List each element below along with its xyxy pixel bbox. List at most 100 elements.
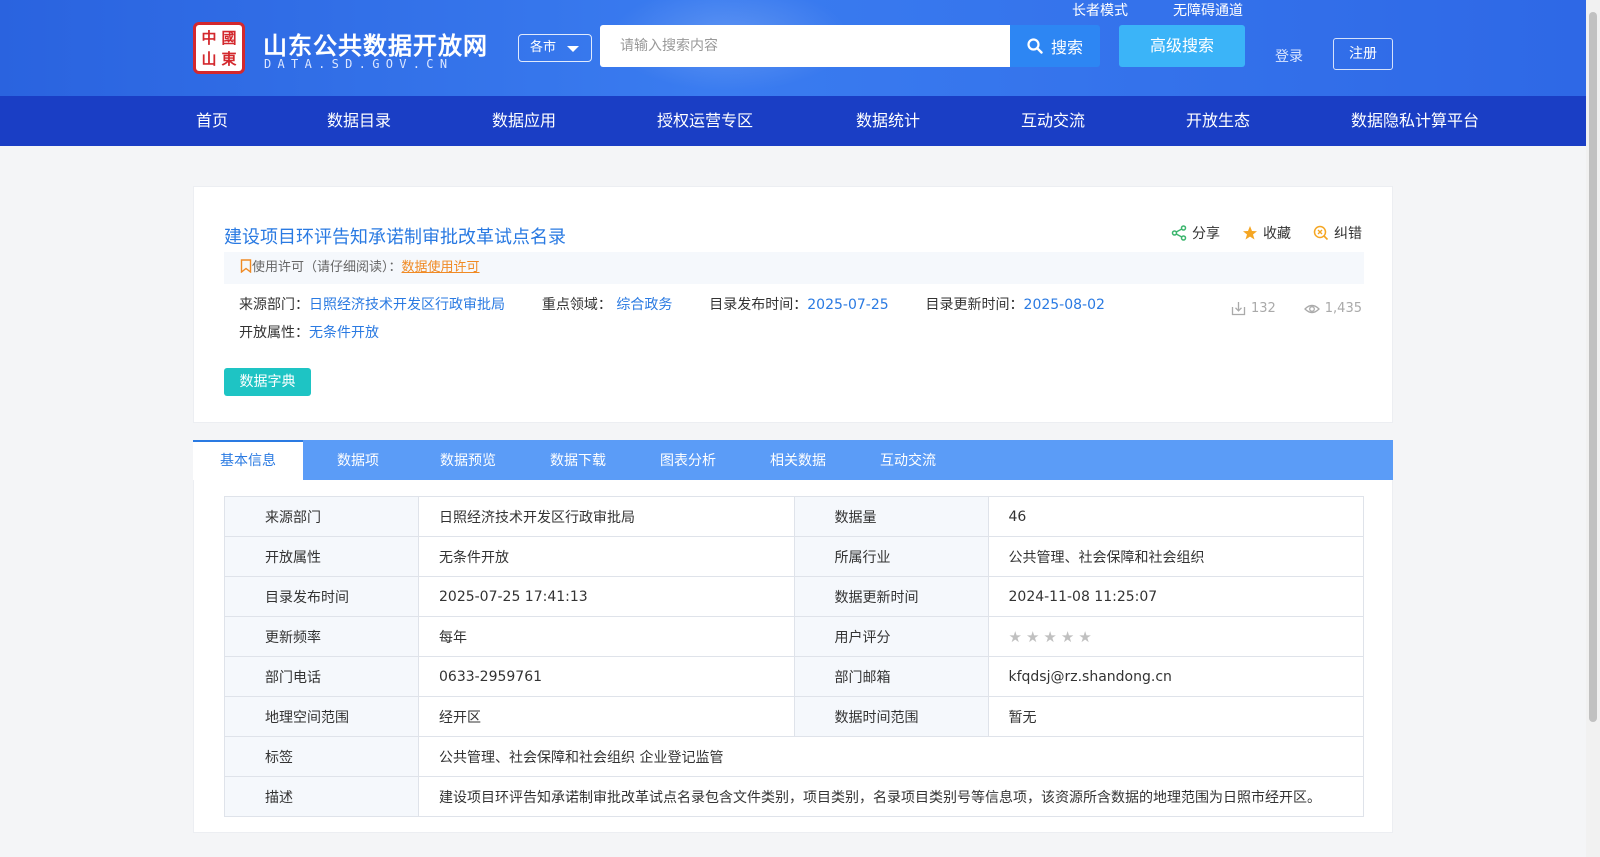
license-label: 使用许可（请仔细阅读）： bbox=[252, 260, 402, 275]
page-scrollbar[interactable] bbox=[1586, 0, 1600, 857]
meta-row-1: 来源部门：日照经济技术开发区行政审批局 重点领域： 综合政务 目录发布时间：20… bbox=[239, 294, 1105, 314]
star-icon[interactable]: ★ bbox=[1026, 628, 1039, 646]
tab-chart-analysis[interactable]: 图表分析 bbox=[633, 440, 743, 480]
share-icon bbox=[1171, 225, 1187, 241]
table-row: 更新频率 每年 用户评分 ★ ★ ★ ★ ★ bbox=[224, 616, 1364, 657]
nav-item-privacy-computing[interactable]: 数据隐私计算平台 bbox=[1351, 96, 1479, 146]
tab-basic-info[interactable]: 基本信息 bbox=[193, 440, 303, 480]
share-button[interactable]: 分享 bbox=[1171, 223, 1220, 243]
star-icon bbox=[1243, 226, 1257, 240]
search-input[interactable] bbox=[600, 25, 1010, 67]
elder-mode-link[interactable]: 长者模式 bbox=[1072, 0, 1128, 20]
tab-interaction[interactable]: 互动交流 bbox=[853, 440, 963, 480]
update-label: 目录更新时间： bbox=[925, 297, 1024, 313]
seal-char: 山 bbox=[201, 49, 217, 68]
register-button[interactable]: 注册 bbox=[1333, 38, 1393, 70]
info-label: 目录发布时间 bbox=[224, 576, 419, 617]
basic-info-panel: 来源部门 日照经济技术开发区行政审批局 数据量 46 开放属性 无条件开放 所属行业 公共管理… bbox=[193, 480, 1393, 833]
table-row: 标签 公共管理、社会保障和社会组织 企业登记监管 bbox=[224, 736, 1364, 777]
eye-icon bbox=[1303, 304, 1320, 314]
download-count-value: 132 bbox=[1250, 301, 1276, 316]
table-row: 地理空间范围 经开区 数据时间范围 暂无 bbox=[224, 696, 1364, 737]
info-value: 2025-07-25 17:41:13 bbox=[418, 576, 795, 617]
nav-item-interaction[interactable]: 互动交流 bbox=[1021, 96, 1085, 146]
source-value[interactable]: 日照经济技术开发区行政审批局 bbox=[309, 297, 505, 313]
tab-data-items[interactable]: 数据项 bbox=[303, 440, 413, 480]
correct-error-button[interactable]: 纠错 bbox=[1313, 223, 1362, 243]
site-title[interactable]: 山东公共数据开放网 bbox=[263, 26, 488, 61]
info-label: 所属行业 bbox=[793, 536, 989, 577]
favorite-label: 收藏 bbox=[1263, 226, 1291, 242]
seal-char: 中 bbox=[201, 28, 217, 47]
search-icon bbox=[1027, 38, 1043, 54]
login-link[interactable]: 登录 bbox=[1275, 46, 1303, 66]
site-logo-seal[interactable]: 中 國 山 東 bbox=[193, 22, 245, 74]
info-label: 数据时间范围 bbox=[793, 696, 989, 737]
info-value: 无条件开放 bbox=[418, 536, 795, 577]
nav-item-home[interactable]: 首页 bbox=[196, 96, 228, 146]
download-count: 132 bbox=[1231, 301, 1276, 316]
city-select[interactable]: 各市 bbox=[518, 34, 592, 62]
star-icon[interactable]: ★ bbox=[1009, 628, 1022, 646]
star-icon[interactable]: ★ bbox=[1078, 628, 1091, 646]
site-header: 中 國 山 東 山东公共数据开放网 DATA.SD.GOV.CN 各市 搜索 高… bbox=[0, 0, 1586, 96]
caret-down-icon bbox=[567, 46, 579, 52]
tags-label: 标签 bbox=[224, 736, 419, 777]
detail-tabs: 基本信息 数据项 数据预览 数据下载 图表分析 相关数据 互动交流 bbox=[193, 440, 1393, 480]
star-icon[interactable]: ★ bbox=[1061, 628, 1074, 646]
info-value: 公共管理、社会保障和社会组织 bbox=[987, 536, 1364, 577]
open-value[interactable]: 无条件开放 bbox=[309, 325, 379, 341]
source-label: 来源部门： bbox=[239, 297, 309, 313]
search-button[interactable]: 搜索 bbox=[1010, 25, 1100, 67]
meta-row-2: 开放属性：无条件开放 bbox=[239, 322, 379, 342]
info-value: kfqdsj@rz.shandong.cn bbox=[987, 656, 1364, 697]
correct-error-label: 纠错 bbox=[1334, 226, 1362, 242]
info-label: 更新频率 bbox=[224, 616, 419, 657]
advanced-search-button[interactable]: 高级搜索 bbox=[1119, 25, 1245, 67]
main-nav: 首页 数据目录 数据应用 授权运营专区 数据统计 互动交流 开放生态 数据隐私计… bbox=[0, 96, 1586, 146]
table-row: 目录发布时间 2025-07-25 17:41:13 数据更新时间 2024-11-0… bbox=[224, 576, 1364, 617]
nav-item-applications[interactable]: 数据应用 bbox=[492, 96, 556, 146]
nav-item-ecosystem[interactable]: 开放生态 bbox=[1186, 96, 1250, 146]
user-rating: ★ ★ ★ ★ ★ bbox=[987, 616, 1364, 657]
open-label: 开放属性： bbox=[239, 325, 309, 341]
basic-info-table: 来源部门 日照经济技术开发区行政审批局 数据量 46 开放属性 无条件开放 所属行业 公共管理… bbox=[224, 496, 1364, 817]
publish-value: 2025-07-25 bbox=[807, 297, 889, 313]
info-value: 日照经济技术开发区行政审批局 bbox=[418, 496, 795, 537]
dataset-stats: 132 1,435 bbox=[1231, 301, 1362, 316]
tab-data-preview[interactable]: 数据预览 bbox=[413, 440, 523, 480]
domain-value[interactable]: 综合政务 bbox=[616, 297, 672, 313]
info-value: 0633-2959761 bbox=[418, 656, 795, 697]
seal-char: 國 bbox=[221, 28, 237, 47]
scrollbar-thumb[interactable] bbox=[1589, 12, 1597, 722]
view-count: 1,435 bbox=[1303, 301, 1362, 316]
info-label: 开放属性 bbox=[224, 536, 419, 577]
nav-item-authorized-operation[interactable]: 授权运营专区 bbox=[657, 96, 753, 146]
table-row: 开放属性 无条件开放 所属行业 公共管理、社会保障和社会组织 bbox=[224, 536, 1364, 577]
info-value: 46 bbox=[987, 496, 1364, 537]
info-label: 来源部门 bbox=[224, 496, 419, 537]
favorite-button[interactable]: 收藏 bbox=[1242, 223, 1291, 243]
nav-item-catalog[interactable]: 数据目录 bbox=[327, 96, 391, 146]
info-value: 每年 bbox=[418, 616, 795, 657]
info-label: 地理空间范围 bbox=[224, 696, 419, 737]
tab-related-data[interactable]: 相关数据 bbox=[743, 440, 853, 480]
domain-label: 重点领域： bbox=[541, 297, 612, 313]
nav-item-statistics[interactable]: 数据统计 bbox=[856, 96, 920, 146]
license-link[interactable]: 数据使用许可 bbox=[402, 260, 480, 275]
info-label: 部门电话 bbox=[224, 656, 419, 697]
info-value: 经开区 bbox=[418, 696, 795, 737]
share-label: 分享 bbox=[1192, 226, 1220, 242]
description-label: 描述 bbox=[224, 776, 419, 817]
site-subtitle: DATA.SD.GOV.CN bbox=[264, 57, 454, 71]
table-row: 来源部门 日照经济技术开发区行政审批局 数据量 46 bbox=[224, 496, 1364, 537]
star-icon[interactable]: ★ bbox=[1043, 628, 1056, 646]
description-value: 建设项目环评告知承诺制审批改革试点名录包含文件类别，项目类别，名录项目类别号等信… bbox=[418, 776, 1364, 817]
data-dictionary-button[interactable]: 数据字典 bbox=[224, 368, 311, 396]
info-value: 暂无 bbox=[987, 696, 1364, 737]
seal-char: 東 bbox=[221, 49, 237, 68]
info-label: 数据更新时间 bbox=[793, 576, 989, 617]
accessibility-link[interactable]: 无障碍通道 bbox=[1173, 0, 1243, 20]
tab-data-download[interactable]: 数据下载 bbox=[523, 440, 633, 480]
rating-stars[interactable]: ★ ★ ★ ★ ★ bbox=[1009, 628, 1092, 646]
